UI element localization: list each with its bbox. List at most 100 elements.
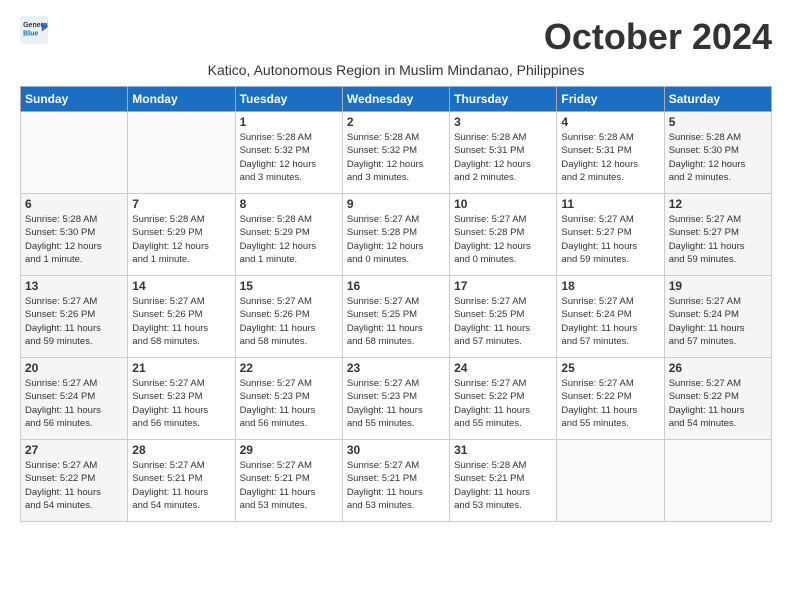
calendar-cell: 27Sunrise: 5:27 AMSunset: 5:22 PMDayligh… (21, 440, 128, 522)
day-info: Sunrise: 5:27 AMSunset: 5:27 PMDaylight:… (561, 213, 659, 266)
calendar-cell: 1 Sunrise: 5:28 AMSunset: 5:32 PMDaylight… (235, 112, 342, 194)
day-number: 23 (347, 361, 445, 375)
day-info: Sunrise: 5:27 AMSunset: 5:23 PMDaylight:… (132, 377, 230, 430)
calendar-cell (128, 112, 235, 194)
day-info: Sunrise: 5:27 AMSunset: 5:21 PMDaylight:… (240, 459, 338, 512)
calendar-cell: 22 Sunrise: 5:27 AMSunset: 5:23 PMDayligh… (235, 358, 342, 440)
day-number: 28 (132, 443, 230, 457)
calendar-cell: 29Sunrise: 5:27 AMSunset: 5:21 PMDayligh… (235, 440, 342, 522)
day-info: Sunrise: 5:27 AMSunset: 5:28 PMDaylight:… (454, 213, 552, 266)
calendar-cell: 17 Sunrise: 5:27 AMSunset: 5:25 PMDayligh… (450, 276, 557, 358)
calendar-cell: 10 Sunrise: 5:27 AMSunset: 5:28 PMDayligh… (450, 194, 557, 276)
day-number: 7 (132, 197, 230, 211)
day-number: 22 (240, 361, 338, 375)
day-info: Sunrise: 5:28 AMSunset: 5:30 PMDaylight:… (669, 131, 767, 184)
day-number: 15 (240, 279, 338, 293)
calendar-cell: 24 Sunrise: 5:27 AMSunset: 5:22 PMDayligh… (450, 358, 557, 440)
day-number: 30 (347, 443, 445, 457)
calendar-cell: 12 Sunrise: 5:27 AMSunset: 5:27 PMDayligh… (664, 194, 771, 276)
day-number: 11 (561, 197, 659, 211)
day-number: 8 (240, 197, 338, 211)
day-info: Sunrise: 5:27 AMSunset: 5:26 PMDaylight:… (25, 295, 123, 348)
weekday-header-wednesday: Wednesday (342, 87, 449, 112)
day-number: 24 (454, 361, 552, 375)
day-info: Sunrise: 5:28 AMSunset: 5:31 PMDaylight:… (561, 131, 659, 184)
day-info: Sunrise: 5:27 AMSunset: 5:27 PMDaylight:… (669, 213, 767, 266)
calendar-cell (664, 440, 771, 522)
day-number: 14 (132, 279, 230, 293)
day-number: 26 (669, 361, 767, 375)
day-info: Sunrise: 5:27 AMSunset: 5:24 PMDaylight:… (561, 295, 659, 348)
day-number: 31 (454, 443, 552, 457)
month-title: October 2024 (544, 16, 772, 58)
weekday-header-thursday: Thursday (450, 87, 557, 112)
page: General Blue October 2024 Katico, Autono… (0, 0, 792, 532)
day-number: 9 (347, 197, 445, 211)
logo-icon: General Blue (20, 16, 48, 44)
day-number: 6 (25, 197, 123, 211)
calendar-cell: 21 Sunrise: 5:27 AMSunset: 5:23 PMDayligh… (128, 358, 235, 440)
calendar-cell: 11 Sunrise: 5:27 AMSunset: 5:27 PMDayligh… (557, 194, 664, 276)
day-number: 4 (561, 115, 659, 129)
day-number: 10 (454, 197, 552, 211)
calendar-cell: 20Sunrise: 5:27 AMSunset: 5:24 PMDayligh… (21, 358, 128, 440)
day-info: Sunrise: 5:27 AMSunset: 5:22 PMDaylight:… (25, 459, 123, 512)
calendar-week-2: 6 Sunrise: 5:28 AMSunset: 5:30 PMDaylight… (21, 194, 772, 276)
day-info: Sunrise: 5:28 AMSunset: 5:21 PMDaylight:… (454, 459, 552, 512)
day-number: 2 (347, 115, 445, 129)
day-info: Sunrise: 5:27 AMSunset: 5:25 PMDaylight:… (454, 295, 552, 348)
svg-text:Blue: Blue (23, 30, 38, 37)
day-info: Sunrise: 5:27 AMSunset: 5:22 PMDaylight:… (561, 377, 659, 430)
calendar-cell: 30 Sunrise: 5:27 AMSunset: 5:21 PMDayligh… (342, 440, 449, 522)
day-info: Sunrise: 5:28 AMSunset: 5:32 PMDaylight:… (240, 131, 338, 184)
weekday-header-monday: Monday (128, 87, 235, 112)
day-info: Sunrise: 5:27 AMSunset: 5:21 PMDaylight:… (132, 459, 230, 512)
day-info: Sunrise: 5:27 AMSunset: 5:28 PMDaylight:… (347, 213, 445, 266)
calendar-cell: 9 Sunrise: 5:27 AMSunset: 5:28 PMDaylight… (342, 194, 449, 276)
day-info: Sunrise: 5:27 AMSunset: 5:26 PMDaylight:… (240, 295, 338, 348)
calendar-cell: 4 Sunrise: 5:28 AMSunset: 5:31 PMDaylight… (557, 112, 664, 194)
calendar-cell: 23Sunrise: 5:27 AMSunset: 5:23 PMDayligh… (342, 358, 449, 440)
weekday-header-saturday: Saturday (664, 87, 771, 112)
day-number: 13 (25, 279, 123, 293)
day-number: 19 (669, 279, 767, 293)
day-number: 17 (454, 279, 552, 293)
day-info: Sunrise: 5:28 AMSunset: 5:32 PMDaylight:… (347, 131, 445, 184)
day-info: Sunrise: 5:27 AMSunset: 5:21 PMDaylight:… (347, 459, 445, 512)
weekday-header-friday: Friday (557, 87, 664, 112)
calendar-week-5: 27Sunrise: 5:27 AMSunset: 5:22 PMDayligh… (21, 440, 772, 522)
day-number: 18 (561, 279, 659, 293)
day-number: 12 (669, 197, 767, 211)
day-info: Sunrise: 5:28 AMSunset: 5:29 PMDaylight:… (132, 213, 230, 266)
logo: General Blue (20, 16, 48, 44)
calendar-cell (557, 440, 664, 522)
day-info: Sunrise: 5:27 AMSunset: 5:22 PMDaylight:… (454, 377, 552, 430)
weekday-header-row: SundayMondayTuesdayWednesdayThursdayFrid… (21, 87, 772, 112)
day-info: Sunrise: 5:28 AMSunset: 5:30 PMDaylight:… (25, 213, 123, 266)
calendar-cell: 8Sunrise: 5:28 AMSunset: 5:29 PMDaylight… (235, 194, 342, 276)
day-number: 5 (669, 115, 767, 129)
day-info: Sunrise: 5:27 AMSunset: 5:23 PMDaylight:… (240, 377, 338, 430)
calendar-cell: 19 Sunrise: 5:27 AMSunset: 5:24 PMDayligh… (664, 276, 771, 358)
calendar-cell: 28 Sunrise: 5:27 AMSunset: 5:21 PMDayligh… (128, 440, 235, 522)
calendar-week-1: 1 Sunrise: 5:28 AMSunset: 5:32 PMDaylight… (21, 112, 772, 194)
weekday-header-sunday: Sunday (21, 87, 128, 112)
calendar-cell: 5 Sunrise: 5:28 AMSunset: 5:30 PMDaylight… (664, 112, 771, 194)
calendar-cell: 15 Sunrise: 5:27 AMSunset: 5:26 PMDayligh… (235, 276, 342, 358)
calendar-week-3: 13 Sunrise: 5:27 AMSunset: 5:26 PMDayligh… (21, 276, 772, 358)
day-number: 16 (347, 279, 445, 293)
calendar-cell: 6 Sunrise: 5:28 AMSunset: 5:30 PMDaylight… (21, 194, 128, 276)
calendar-cell: 14 Sunrise: 5:27 AMSunset: 5:26 PMDayligh… (128, 276, 235, 358)
day-info: Sunrise: 5:27 AMSunset: 5:24 PMDaylight:… (669, 295, 767, 348)
subtitle: Katico, Autonomous Region in Muslim Mind… (20, 62, 772, 78)
day-info: Sunrise: 5:27 AMSunset: 5:22 PMDaylight:… (669, 377, 767, 430)
day-number: 3 (454, 115, 552, 129)
day-number: 1 (240, 115, 338, 129)
calendar-week-4: 20Sunrise: 5:27 AMSunset: 5:24 PMDayligh… (21, 358, 772, 440)
calendar-cell: 7 Sunrise: 5:28 AMSunset: 5:29 PMDaylight… (128, 194, 235, 276)
day-info: Sunrise: 5:27 AMSunset: 5:25 PMDaylight:… (347, 295, 445, 348)
day-number: 21 (132, 361, 230, 375)
day-info: Sunrise: 5:27 AMSunset: 5:26 PMDaylight:… (132, 295, 230, 348)
calendar-cell: 31 Sunrise: 5:28 AMSunset: 5:21 PMDayligh… (450, 440, 557, 522)
calendar-cell: 3Sunrise: 5:28 AMSunset: 5:31 PMDaylight… (450, 112, 557, 194)
